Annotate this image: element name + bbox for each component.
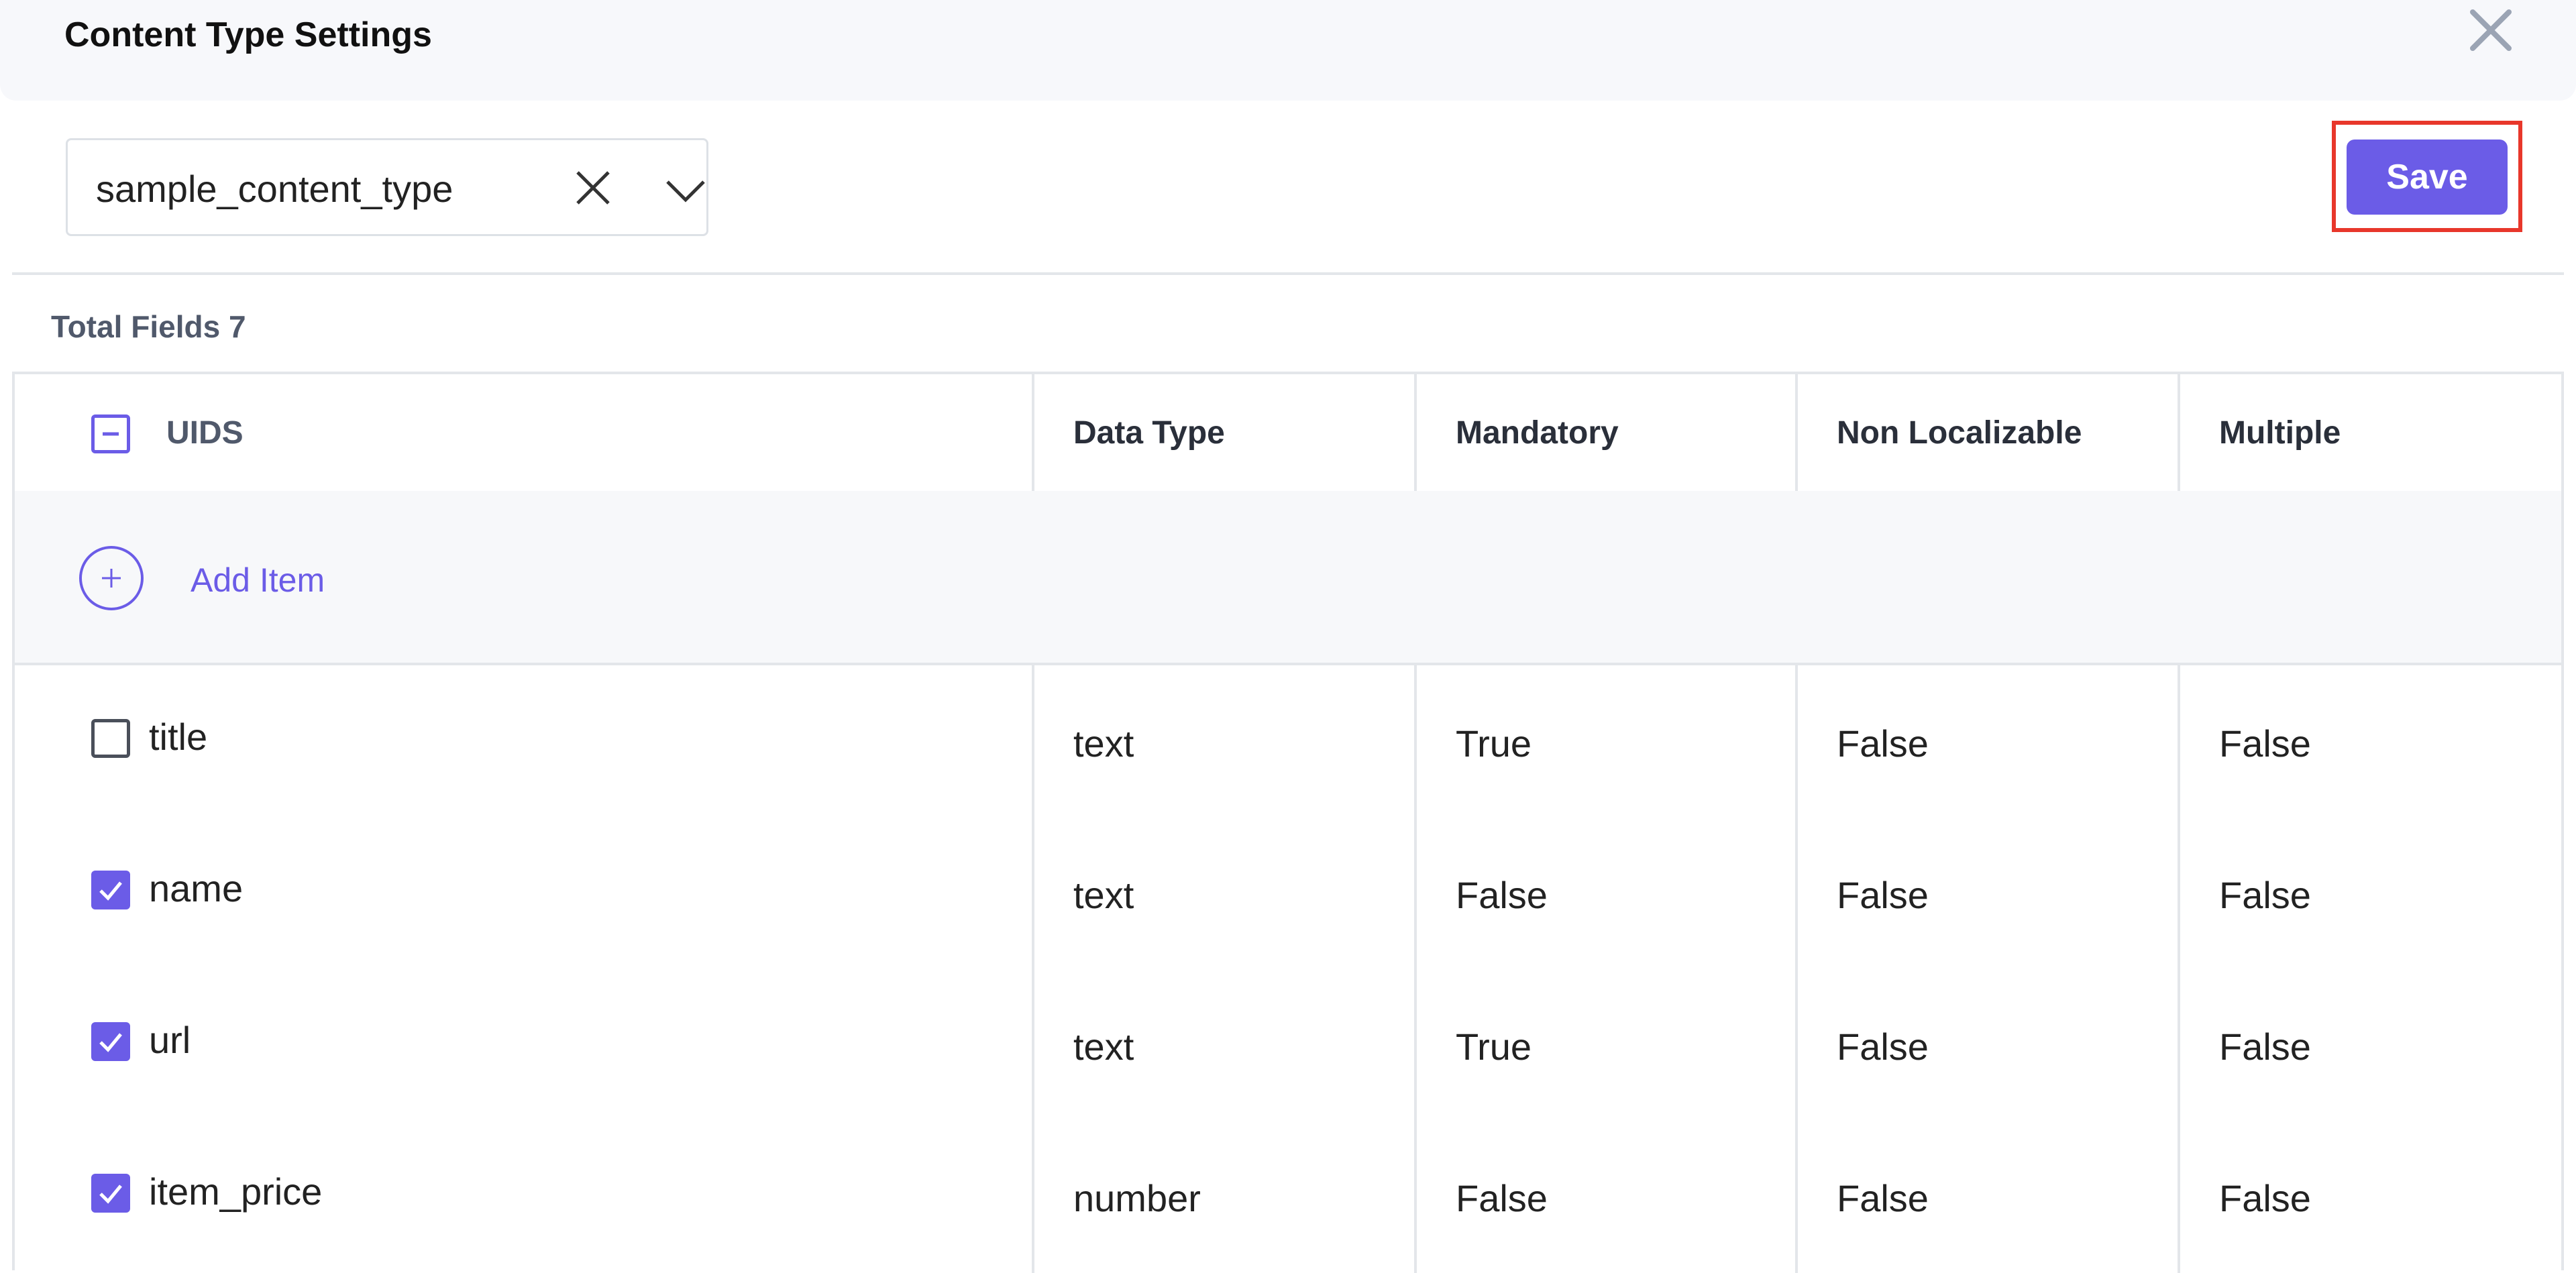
check-icon — [99, 881, 122, 901]
non-localizable-cell: False — [1837, 722, 1929, 765]
row-checkbox[interactable] — [91, 1022, 130, 1061]
column-header-mandatory[interactable]: Mandatory — [1456, 414, 1619, 451]
uid-cell: title — [149, 716, 208, 758]
data-type-cell: number — [1073, 1177, 1201, 1219]
content-type-select-value: sample_content_type — [96, 168, 453, 210]
select-all-checkbox[interactable] — [91, 414, 130, 453]
modal-header: Content Type Settings — [0, 0, 2576, 101]
add-item-link[interactable]: Add Item — [191, 561, 325, 600]
row-checkbox[interactable] — [91, 871, 130, 909]
plus-circle-icon — [102, 569, 121, 588]
mandatory-cell: True — [1456, 722, 1532, 765]
mandatory-cell: False — [1456, 874, 1548, 916]
minus-icon — [103, 432, 119, 436]
data-type-cell: text — [1073, 722, 1134, 765]
fields-table: UIDS Data Type Mandatory Non Localizable… — [12, 372, 2564, 1273]
multiple-cell: False — [2219, 874, 2311, 916]
multiple-cell: False — [2219, 722, 2311, 765]
mandatory-cell: False — [1456, 1177, 1548, 1219]
add-item-button[interactable] — [79, 546, 144, 610]
non-localizable-cell: False — [1837, 1177, 1929, 1219]
modal-title: Content Type Settings — [64, 15, 432, 54]
column-header-multiple[interactable]: Multiple — [2219, 414, 2341, 451]
content-type-select[interactable]: sample_content_type — [66, 138, 708, 236]
row-checkbox[interactable] — [91, 1174, 130, 1213]
total-fields-label: Total Fields 7 — [51, 309, 246, 344]
check-icon — [99, 1184, 122, 1204]
chevron-down-icon — [666, 180, 705, 203]
multiple-cell: False — [2219, 1026, 2311, 1068]
uid-cell: name — [149, 867, 244, 909]
close-button[interactable] — [2463, 3, 2518, 58]
divider — [12, 272, 2564, 275]
data-type-cell: text — [1073, 1026, 1134, 1068]
dropdown-toggle[interactable] — [665, 170, 706, 211]
clear-icon — [576, 171, 610, 205]
uid-cell: url — [149, 1019, 191, 1061]
mandatory-cell: True — [1456, 1026, 1532, 1068]
non-localizable-cell: False — [1837, 1026, 1929, 1068]
column-header-data-type[interactable]: Data Type — [1073, 414, 1225, 451]
add-item-row: Add Item — [15, 491, 2561, 665]
uid-cell: item_price — [149, 1170, 323, 1213]
data-type-cell: text — [1073, 874, 1134, 916]
check-icon — [99, 1033, 122, 1052]
non-localizable-cell: False — [1837, 874, 1929, 916]
row-checkbox[interactable] — [91, 719, 130, 758]
table-header: UIDS Data Type Mandatory Non Localizable… — [15, 374, 2561, 494]
close-icon — [2470, 9, 2512, 51]
clear-selection-button[interactable] — [572, 167, 614, 209]
save-button[interactable]: Save — [2347, 140, 2508, 215]
column-header-uids[interactable]: UIDS — [166, 414, 244, 451]
multiple-cell: False — [2219, 1177, 2311, 1219]
column-header-non-localizable[interactable]: Non Localizable — [1837, 414, 2082, 451]
